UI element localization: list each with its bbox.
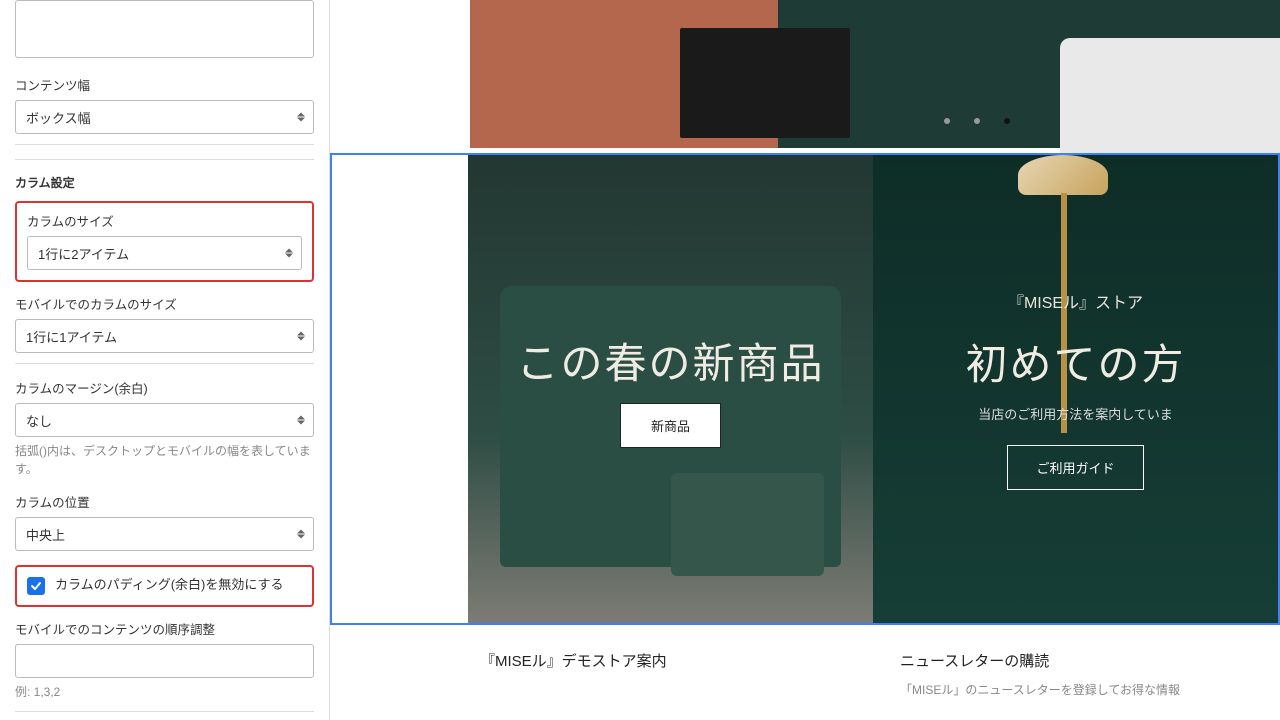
mobile-order-input[interactable] [15,644,314,678]
column-size-highlight: カラムのサイズ 1行に2アイテム [15,201,314,282]
chevron-updown-icon [297,113,305,122]
column-section-label: カラム設定 [15,159,314,191]
disable-padding-highlight: カラムのパディング(余白)を無効にする [15,565,314,607]
hero-table-shape [680,28,850,138]
disable-padding-checkbox[interactable] [27,577,45,595]
banner-right-eyebrow: 『MISEル』ストア [1008,289,1143,313]
select-value: 1行に1アイテム [26,327,117,346]
mobile-order-help: 例: 1,3,2 [15,683,314,701]
banner-left: この春の新商品 新商品 [468,155,873,623]
text-field[interactable] [15,0,314,58]
carousel-dot[interactable] [974,118,980,124]
column-size-select[interactable]: 1行に2アイテム [27,236,302,270]
body-right-sub: 「MISEル」のニュースレターを登録してお得な情報 [900,681,1270,698]
select-value: ボックス幅 [26,108,91,127]
body-right-title: ニュースレターの購読 [900,650,1270,671]
settings-sidebar: コンテンツ幅 ボックス幅 カラム設定 カラムのサイズ 1行に2アイテム モバイル… [0,0,330,720]
content-width-select[interactable]: ボックス幅 [15,100,314,134]
column-position-label: カラムの位置 [15,492,314,511]
mobile-column-size-label: モバイルでのカラムのサイズ [15,294,314,313]
selected-section[interactable]: この春の新商品 新商品 『MISEル』ストア 初めての方 当店のご利用方法を案内… [330,153,1280,625]
disable-padding-label: カラムのパディング(余白)を無効にする [55,575,284,595]
select-value: 中央上 [26,525,65,544]
banner-right-button[interactable]: ご利用ガイド [1007,445,1143,490]
ottoman-shape [671,473,825,576]
body-left-title: 『MISEル』デモストア案内 [480,650,850,671]
body-columns: 『MISEル』デモストア案内 ニュースレターの購読 「MISEル」のニュースレタ… [470,650,1280,698]
content-width-label: コンテンツ幅 [15,75,314,94]
preview-pane: この春の新商品 新商品 『MISEル』ストア 初めての方 当店のご利用方法を案内… [330,0,1280,720]
mobile-column-size-select[interactable]: 1行に1アイテム [15,319,314,353]
chevron-updown-icon [297,332,305,341]
hero-sofa-shape [1060,38,1280,158]
select-value: 1行に2アイテム [38,244,129,263]
banner-right-sub: 当店のご利用方法を案内していま [978,404,1173,423]
chevron-updown-icon [297,416,305,425]
carousel-dots [944,118,1010,124]
carousel-dot[interactable] [1004,118,1010,124]
chevron-updown-icon [297,530,305,539]
banner-right-title: 初めての方 [965,331,1185,392]
banner-left-title: この春の新商品 [516,330,824,391]
carousel-dot[interactable] [944,118,950,124]
column-size-label: カラムのサイズ [27,211,302,230]
column-margin-label: カラムのマージン(余白) [15,378,314,397]
hero-banner [470,0,1280,148]
banner-right: 『MISEル』ストア 初めての方 当店のご利用方法を案内していま ご利用ガイド [873,155,1278,623]
select-value: なし [26,411,52,430]
banner-left-button[interactable]: 新商品 [620,403,721,448]
check-icon [30,580,42,592]
column-position-select[interactable]: 中央上 [15,517,314,551]
column-margin-select[interactable]: なし [15,403,314,437]
mobile-order-label: モバイルでのコンテンツの順序調整 [15,619,314,638]
chevron-updown-icon [285,249,293,258]
column-margin-help: 括弧()内は、デスクトップとモバイルの幅を表しています。 [15,442,314,478]
